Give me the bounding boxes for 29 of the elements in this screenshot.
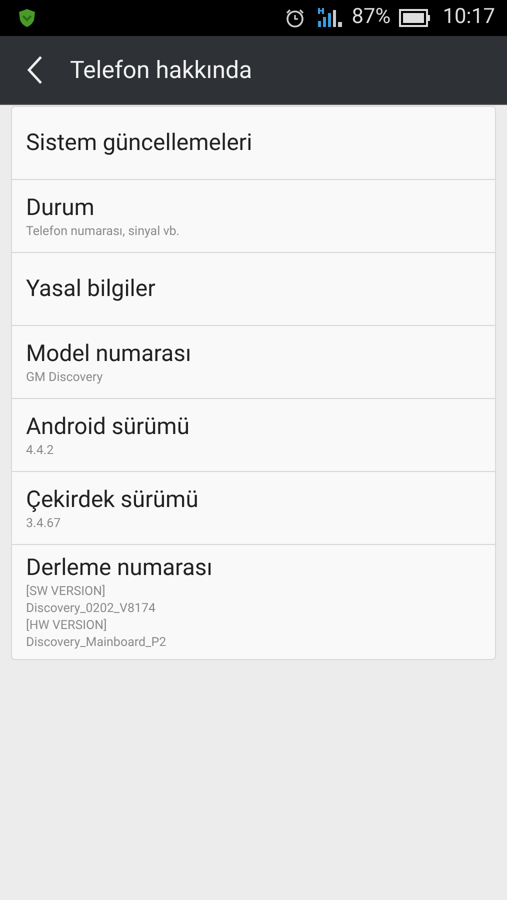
- item-summary: GM Discovery: [26, 368, 104, 386]
- battery-icon: [398, 9, 431, 27]
- item-summary: Discovery_0202_V8174: [26, 600, 157, 617]
- item-title: Sistem güncellemeleri: [26, 128, 254, 158]
- item-summary: 4.4.2: [26, 442, 55, 458]
- item-title: Derleme numarası: [26, 553, 214, 583]
- settings-item[interactable]: Çekirdek sürümü 3.4.67: [12, 472, 495, 545]
- battery-percentage: 87%: [352, 4, 391, 32]
- settings-item[interactable]: Android sürümü 4.4.2: [12, 399, 495, 472]
- settings-item[interactable]: Derleme numarası [SW VERSION] Discovery_0202_V8174 [HW VERSION] Discovery_Mainboard_P2: [12, 545, 495, 659]
- item-summary: Discovery_Mainboard_P2: [26, 634, 168, 651]
- settings-item[interactable]: Model numarası GM Discovery: [12, 326, 495, 399]
- item-title: Yasal bilgiler: [26, 274, 156, 304]
- settings-item[interactable]: Sistem güncellemeleri: [12, 107, 495, 180]
- item-summary: 3.4.67: [26, 514, 62, 532]
- item-title: Model numarası: [26, 338, 192, 368]
- screen-title: Telefon hakkında: [70, 55, 252, 86]
- item-title: Durum: [26, 192, 96, 222]
- item-title: Çekirdek sürümü: [26, 484, 200, 514]
- clock-time: 10:17: [442, 4, 495, 32]
- settings-item[interactable]: Durum Telefon numarası, sinyal vb.: [12, 180, 495, 253]
- signal-icon: [318, 7, 344, 29]
- item-summary: Telefon numarası, sinyal vb.: [26, 222, 181, 240]
- shield-icon: [16, 7, 38, 29]
- item-summary: [HW VERSION]: [26, 617, 108, 634]
- settings-item[interactable]: Yasal bilgiler: [12, 253, 495, 326]
- item-title: Android sürümü: [26, 412, 191, 442]
- item-summary: [SW VERSION]: [26, 583, 106, 600]
- alarm-clock-icon: [284, 7, 306, 29]
